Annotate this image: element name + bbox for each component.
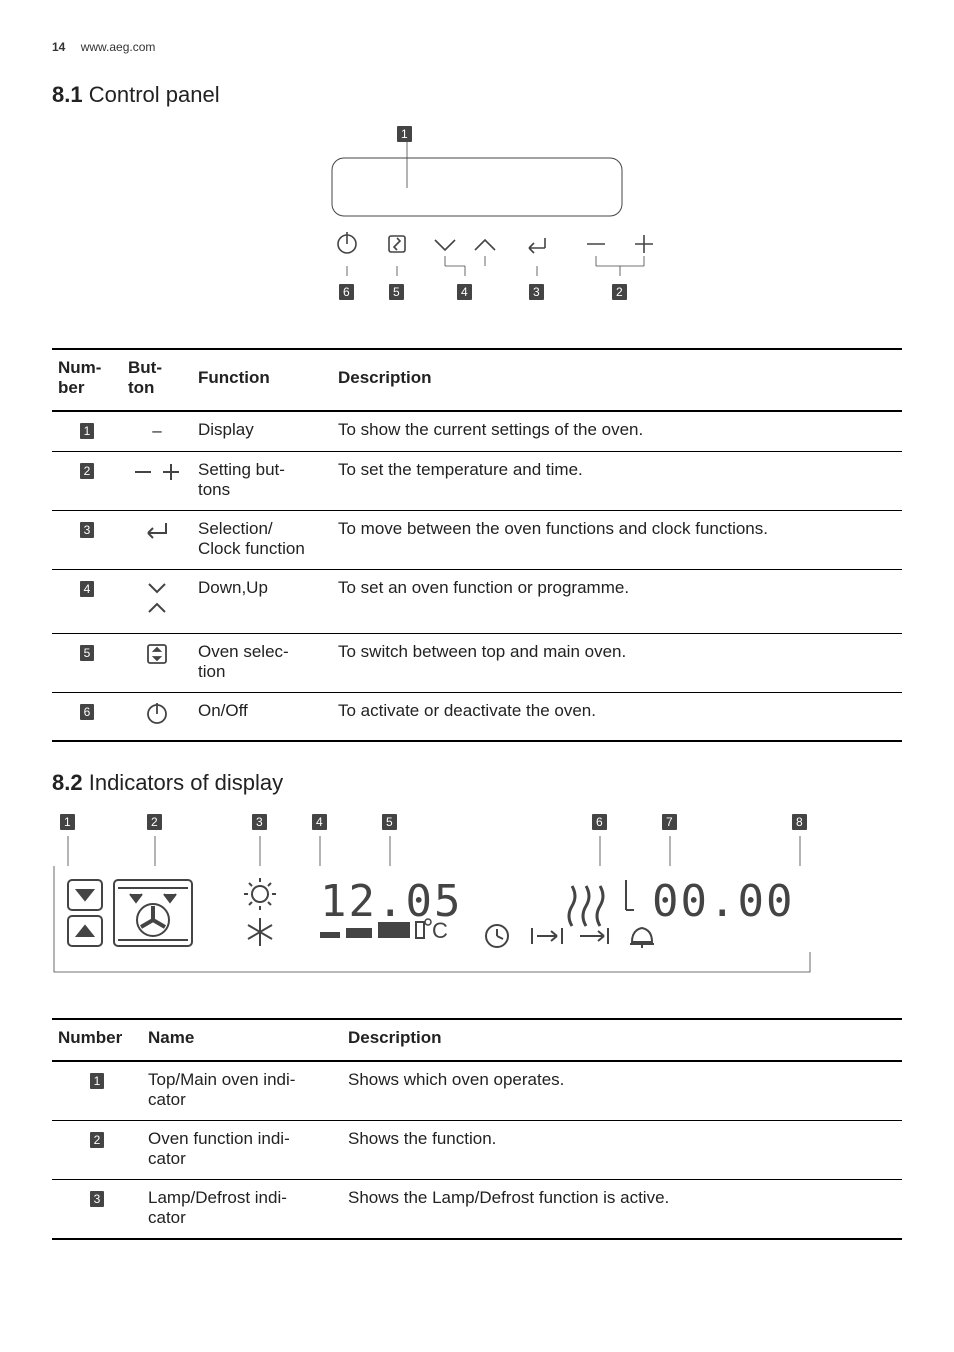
table-row: 1 Top/Main oven indi- catorShows which ov… bbox=[52, 1061, 902, 1121]
section-82-title: Indicators of display bbox=[89, 770, 283, 795]
button-icon: – bbox=[152, 421, 161, 441]
button-icon bbox=[142, 519, 172, 548]
row-function: Display bbox=[192, 411, 332, 451]
row-function: On/Off bbox=[192, 692, 332, 741]
diagram1-callout-4: 4 bbox=[457, 284, 472, 300]
diagram1-callout-6: 6 bbox=[339, 284, 354, 300]
row-number-badge: 2 bbox=[80, 463, 95, 479]
diagram1-callout-2: 2 bbox=[612, 284, 627, 300]
th-function: Function bbox=[192, 349, 332, 411]
table-row: 2 Oven function indi- catorShows the func… bbox=[52, 1120, 902, 1179]
diagram1-callout-3: 3 bbox=[529, 284, 544, 300]
diagram2-callout-1: 1 bbox=[60, 814, 75, 830]
row-description: To activate or deactivate the oven. bbox=[332, 692, 902, 741]
row-name: Oven function indi- cator bbox=[142, 1120, 342, 1179]
section-81-title: Control panel bbox=[89, 82, 220, 107]
row-number-badge: 3 bbox=[80, 522, 95, 538]
row-number-badge: 4 bbox=[80, 581, 95, 597]
control-panel-table: Num- ber But- ton Function Description 1… bbox=[52, 348, 902, 742]
button-icon bbox=[145, 642, 169, 671]
table-row: 3 Selection/ Clock functionTo move betwee… bbox=[52, 510, 902, 569]
row-name: Lamp/Defrost indi- cator bbox=[142, 1179, 342, 1239]
row-description: Shows the Lamp/Defrost function is activ… bbox=[342, 1179, 902, 1239]
control-panel-diagram: 1 2 3 4 5 6 bbox=[217, 126, 737, 326]
diagram2-callout-5: 5 bbox=[382, 814, 397, 830]
row-function: Setting but- tons bbox=[192, 451, 332, 510]
row-description: To set an oven function or programme. bbox=[332, 569, 902, 633]
display-duration-text: 00.00 bbox=[652, 876, 794, 927]
page-number: 14 bbox=[52, 40, 65, 54]
row-function: Selection/ Clock function bbox=[192, 510, 332, 569]
diagram1-callout-1: 1 bbox=[397, 126, 412, 142]
row-number-badge: 1 bbox=[80, 423, 95, 439]
button-icon bbox=[133, 460, 181, 489]
svg-text:C: C bbox=[432, 918, 448, 943]
table-row: 1 – DisplayTo show the current settings of… bbox=[52, 411, 902, 451]
table-row: 6 On/OffTo activate or deactivate the ove… bbox=[52, 692, 902, 741]
section-81-num: 8.1 bbox=[52, 82, 83, 107]
row-name: Top/Main oven indi- cator bbox=[142, 1061, 342, 1121]
display-indicators-diagram: 1 2 3 4 5 6 7 8 bbox=[52, 814, 812, 996]
diagram2-callout-2: 2 bbox=[147, 814, 162, 830]
button-icon bbox=[145, 578, 169, 623]
row-description: To move between the oven functions and c… bbox=[332, 510, 902, 569]
row-description: To switch between top and main oven. bbox=[332, 633, 902, 692]
diagram2-callout-3: 3 bbox=[252, 814, 267, 830]
row-description: To set the temperature and time. bbox=[332, 451, 902, 510]
section-82-heading: 8.2 Indicators of display bbox=[52, 770, 902, 796]
diagram2-callout-8: 8 bbox=[792, 814, 807, 830]
diagram2-callout-6: 6 bbox=[592, 814, 607, 830]
row-description: Shows the function. bbox=[342, 1120, 902, 1179]
row-description: To show the current settings of the oven… bbox=[332, 411, 902, 451]
site-url: www.aeg.com bbox=[81, 40, 156, 54]
th-button: But- ton bbox=[122, 349, 192, 411]
row-number-badge: 5 bbox=[80, 645, 95, 661]
row-description: Shows which oven operates. bbox=[342, 1061, 902, 1121]
th2-number: Number bbox=[52, 1019, 142, 1061]
row-number-badge: 2 bbox=[90, 1132, 105, 1148]
table-row: 3 Lamp/Defrost indi- catorShows the Lamp/… bbox=[52, 1179, 902, 1239]
th2-description: Description bbox=[342, 1019, 902, 1061]
row-number-badge: 1 bbox=[90, 1073, 105, 1089]
diagram2-callout-4: 4 bbox=[312, 814, 327, 830]
page-header: 14 www.aeg.com bbox=[52, 40, 902, 54]
th-number: Num- ber bbox=[52, 349, 122, 411]
diagram2-callout-7: 7 bbox=[662, 814, 677, 830]
th-description: Description bbox=[332, 349, 902, 411]
th2-name: Name bbox=[142, 1019, 342, 1061]
row-number-badge: 3 bbox=[90, 1191, 105, 1207]
display-indicators-table: Number Name Description 1 Top/Main oven i… bbox=[52, 1018, 902, 1240]
row-function: Down,Up bbox=[192, 569, 332, 633]
button-icon bbox=[145, 701, 169, 730]
section-81-heading: 8.1 Control panel bbox=[52, 82, 902, 108]
diagram1-callout-5: 5 bbox=[389, 284, 404, 300]
table-row: 2 Setting but- tonsTo set the temperature… bbox=[52, 451, 902, 510]
row-number-badge: 6 bbox=[80, 704, 95, 720]
section-82-num: 8.2 bbox=[52, 770, 83, 795]
table-row: 5 Oven selec- tionTo switch between top a… bbox=[52, 633, 902, 692]
table-row: 4 Down,UpTo set an oven function or progr… bbox=[52, 569, 902, 633]
row-function: Oven selec- tion bbox=[192, 633, 332, 692]
